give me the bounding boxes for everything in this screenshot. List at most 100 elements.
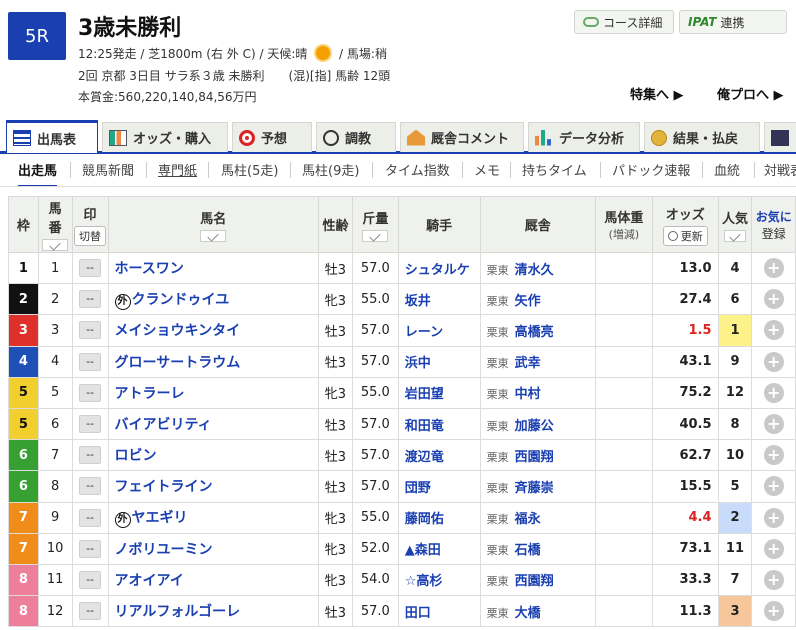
- trainer-link[interactable]: 武幸: [515, 356, 541, 371]
- mark-switch-button[interactable]: 切替: [74, 225, 107, 246]
- col-umaban[interactable]: 馬番: [37, 196, 73, 253]
- tab-yoso[interactable]: 予想: [232, 122, 312, 152]
- mark-select[interactable]: --: [79, 477, 102, 496]
- add-favorite-icon[interactable]: +: [763, 289, 784, 310]
- horse-name-link[interactable]: アトラーレ: [115, 386, 185, 402]
- horse-name-link[interactable]: ヤエギリ: [132, 510, 188, 526]
- jockey-cell[interactable]: 田口: [397, 595, 481, 628]
- col-waku[interactable]: 枠: [8, 196, 39, 253]
- horse-name-cell[interactable]: メイショウキンタイ: [107, 314, 319, 347]
- jockey-cell[interactable]: レーン: [397, 314, 481, 347]
- add-favorite-icon[interactable]: +: [763, 601, 784, 622]
- mark-cell[interactable]: --: [71, 563, 109, 597]
- subnav-memo[interactable]: メモ: [474, 160, 500, 179]
- tab-odds[interactable]: オッズ・購入: [102, 122, 228, 152]
- add-favorite-icon[interactable]: +: [763, 351, 784, 372]
- add-favorite-icon[interactable]: +: [763, 569, 784, 590]
- tab-data-analysis[interactable]: データ分析: [528, 122, 640, 152]
- horse-name-cell[interactable]: 外クランドゥイユ: [107, 283, 319, 316]
- mark-cell[interactable]: --: [71, 470, 109, 503]
- course-detail-button[interactable]: コース詳細: [574, 10, 674, 34]
- mark-cell[interactable]: --: [71, 251, 109, 285]
- mark-select[interactable]: --: [79, 290, 102, 309]
- add-favorite-icon[interactable]: +: [763, 445, 784, 466]
- horse-name-link[interactable]: クランドゥイユ: [132, 292, 230, 308]
- horse-name-cell[interactable]: フェイトライン: [107, 470, 319, 503]
- favorite-cell[interactable]: +: [751, 439, 796, 472]
- mark-select[interactable]: --: [79, 602, 102, 621]
- trainer-link[interactable]: 西園翔: [515, 450, 554, 465]
- col-popularity[interactable]: 人気: [717, 196, 753, 253]
- col-kinryo[interactable]: 斤量: [351, 196, 399, 253]
- jockey-cell[interactable]: シュタルケ: [397, 251, 481, 285]
- trainer-link[interactable]: 中村: [515, 387, 541, 402]
- jockey-cell[interactable]: 渡辺竜: [397, 439, 481, 472]
- favorite-cell[interactable]: +: [751, 376, 796, 409]
- horse-name-link[interactable]: アオイアイ: [115, 573, 184, 589]
- jockey-link[interactable]: シュタルケ: [405, 263, 470, 278]
- jockey-link[interactable]: ☆高杉: [405, 574, 443, 589]
- horse-name-cell[interactable]: ホースワン: [107, 251, 319, 285]
- jockey-link[interactable]: 和田竜: [405, 419, 444, 434]
- tab-result[interactable]: 結果・払戻: [644, 122, 760, 152]
- mark-cell[interactable]: --: [71, 501, 109, 534]
- mark-cell[interactable]: --: [71, 407, 109, 441]
- subnav-umabashira9[interactable]: 馬柱(9走): [302, 160, 359, 179]
- mark-select[interactable]: --: [79, 570, 102, 589]
- trainer-link[interactable]: 高橋亮: [515, 325, 554, 340]
- favorite-cell[interactable]: +: [751, 595, 796, 628]
- horse-name-cell[interactable]: グローサートラウム: [107, 345, 319, 378]
- favorite-cell[interactable]: +: [751, 407, 796, 441]
- mark-select[interactable]: --: [79, 446, 102, 465]
- mark-select[interactable]: --: [79, 259, 102, 278]
- trainer-link[interactable]: 福永: [515, 512, 541, 527]
- jockey-link[interactable]: ▲森田: [405, 543, 441, 558]
- jockey-cell[interactable]: 団野: [397, 470, 481, 503]
- favorite-cell[interactable]: +: [751, 251, 796, 285]
- jockey-link[interactable]: 藤岡佑: [405, 512, 444, 527]
- horse-name-link[interactable]: グローサートラウム: [115, 355, 241, 371]
- jockey-link[interactable]: 団野: [405, 481, 431, 496]
- horse-name-cell[interactable]: リアルフォルゴーレ: [107, 595, 319, 628]
- trainer-link[interactable]: 矢作: [515, 294, 541, 309]
- mark-select[interactable]: --: [79, 352, 102, 371]
- favorite-cell[interactable]: +: [751, 283, 796, 316]
- mark-select[interactable]: --: [79, 383, 102, 402]
- mark-select[interactable]: --: [79, 415, 102, 434]
- favorite-cell[interactable]: +: [751, 470, 796, 503]
- jockey-cell[interactable]: ☆高杉: [397, 563, 481, 597]
- horse-name-cell[interactable]: バイアビリティ: [107, 407, 319, 441]
- trainer-link[interactable]: 清水久: [515, 263, 554, 278]
- jockey-cell[interactable]: ▲森田: [397, 532, 481, 565]
- mark-select[interactable]: --: [79, 539, 102, 558]
- mark-cell[interactable]: --: [71, 376, 109, 409]
- horse-name-link[interactable]: メイショウキンタイ: [115, 323, 241, 339]
- subnav-mochi-time[interactable]: 持ちタイム: [522, 160, 587, 179]
- jockey-link[interactable]: 田口: [405, 606, 431, 621]
- jockey-cell[interactable]: 岩田望: [397, 376, 481, 409]
- mark-cell[interactable]: --: [71, 595, 109, 628]
- horse-name-link[interactable]: バイアビリティ: [115, 417, 212, 433]
- jockey-link[interactable]: レーン: [405, 325, 443, 340]
- horse-name-cell[interactable]: 外ヤエギリ: [107, 501, 319, 534]
- subnav-time-index[interactable]: タイム指数: [385, 160, 450, 179]
- odds-update-button[interactable]: 更新: [662, 225, 708, 246]
- add-favorite-icon[interactable]: +: [763, 476, 784, 497]
- mark-cell[interactable]: --: [71, 439, 109, 472]
- horse-name-link[interactable]: フェイトライン: [115, 479, 213, 495]
- horse-name-link[interactable]: ホースワン: [115, 261, 184, 277]
- add-favorite-icon[interactable]: +: [763, 258, 784, 279]
- add-favorite-icon[interactable]: +: [763, 538, 784, 559]
- jockey-cell[interactable]: 和田竜: [397, 407, 481, 441]
- mark-cell[interactable]: --: [71, 314, 109, 347]
- horse-name-cell[interactable]: アトラーレ: [107, 376, 319, 409]
- horse-name-link[interactable]: ロビン: [115, 448, 157, 464]
- jockey-cell[interactable]: 藤岡佑: [397, 501, 481, 534]
- tokushu-link[interactable]: 特集へ ▶: [630, 84, 684, 103]
- mark-cell[interactable]: --: [71, 283, 109, 316]
- tab-movie[interactable]: [764, 122, 796, 152]
- favorite-cell[interactable]: +: [751, 501, 796, 534]
- trainer-link[interactable]: 西園翔: [515, 574, 554, 589]
- favorite-cell[interactable]: +: [751, 532, 796, 565]
- tab-kyusha-comment[interactable]: 厩舎コメント: [400, 122, 524, 152]
